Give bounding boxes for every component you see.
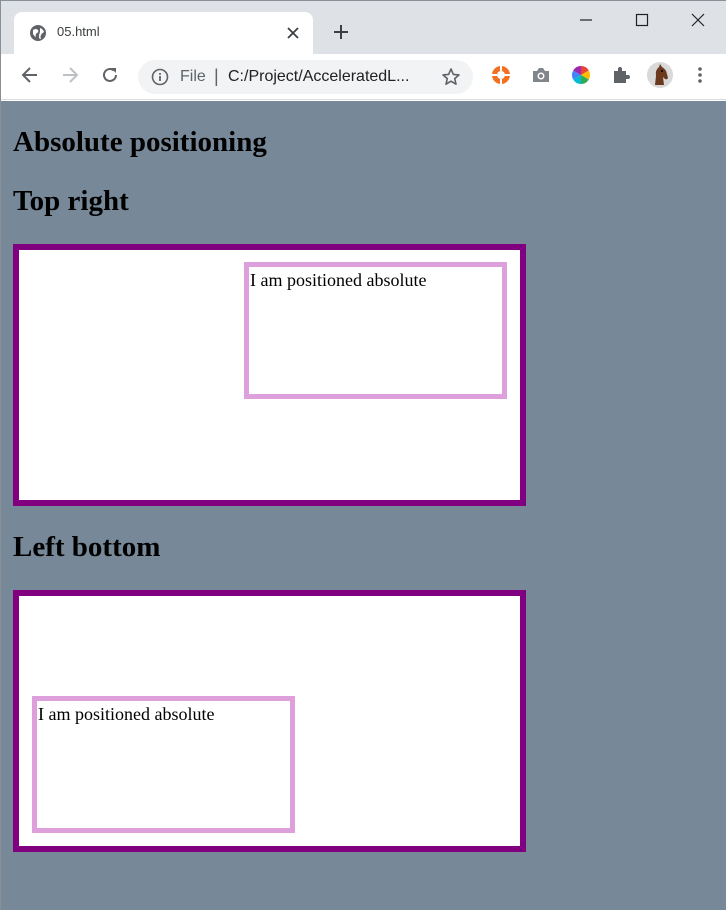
color-wheel-icon xyxy=(571,65,591,90)
absolute-box-text: I am positioned absolute xyxy=(250,270,427,290)
scheme-separator: | xyxy=(214,66,219,86)
minimize-icon xyxy=(579,13,593,32)
back-button[interactable] xyxy=(15,62,45,92)
lifebuoy-icon xyxy=(491,65,511,90)
close-window-icon xyxy=(691,13,705,32)
section-heading-left-bottom: Left bottom xyxy=(13,531,161,563)
extension-camera[interactable] xyxy=(526,62,556,92)
forward-arrow-icon xyxy=(61,66,79,89)
maximize-icon xyxy=(635,13,649,32)
page-content: Absolute positioning Top right I am posi… xyxy=(1,101,726,910)
star-icon[interactable] xyxy=(440,66,462,88)
absolute-box-top-right: I am positioned absolute xyxy=(244,262,507,399)
reload-icon xyxy=(101,66,119,89)
minimize-button[interactable] xyxy=(571,7,601,37)
close-window-button[interactable] xyxy=(683,7,713,37)
address-bar[interactable]: File | C:/Project/AcceleratedL... xyxy=(138,60,473,94)
plus-icon xyxy=(333,24,349,45)
new-tab-button[interactable] xyxy=(328,21,354,47)
tab-05-html[interactable]: 05.html xyxy=(14,12,313,54)
horse-avatar-icon xyxy=(646,61,674,94)
info-icon[interactable] xyxy=(151,68,169,86)
page-title: Absolute positioning xyxy=(13,126,267,158)
absolute-box-left-bottom: I am positioned absolute xyxy=(32,696,295,833)
browser-window: 05.html File | C:/Project/AcceleratedL..… xyxy=(0,0,726,910)
maximize-button[interactable] xyxy=(627,7,657,37)
close-icon[interactable] xyxy=(283,23,303,43)
url-text[interactable]: C:/Project/AcceleratedL... xyxy=(228,68,409,86)
profile-button[interactable] xyxy=(645,61,675,94)
relative-container-top-right: I am positioned absolute xyxy=(13,244,526,506)
extensions-button[interactable] xyxy=(606,62,636,92)
section-heading-top-right: Top right xyxy=(13,185,129,217)
browser-menu-button[interactable] xyxy=(685,62,715,92)
scheme-label: File xyxy=(180,68,206,85)
back-arrow-icon xyxy=(21,66,39,89)
extension-lifebuoy[interactable] xyxy=(486,62,516,92)
tab-title: 05.html xyxy=(57,24,100,39)
relative-container-left-bottom: I am positioned absolute xyxy=(13,590,526,852)
camera-icon xyxy=(531,65,551,90)
tab-strip: 05.html xyxy=(1,1,726,54)
kebab-menu-icon xyxy=(697,66,703,89)
browser-toolbar: File | C:/Project/AcceleratedL... xyxy=(1,54,726,100)
globe-icon xyxy=(29,24,47,42)
absolute-box-text: I am positioned absolute xyxy=(38,704,215,724)
extension-color-wheel[interactable] xyxy=(566,62,596,92)
forward-button[interactable] xyxy=(55,62,85,92)
reload-button[interactable] xyxy=(95,62,125,92)
puzzle-icon xyxy=(611,65,631,90)
